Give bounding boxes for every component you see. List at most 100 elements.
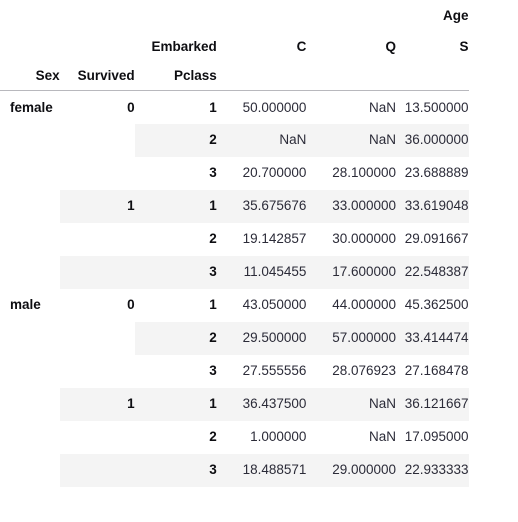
row-index-survived bbox=[59, 453, 135, 487]
row-index-survived bbox=[60, 322, 135, 355]
row-index-sex bbox=[0, 223, 60, 256]
table-cell-value: 43.050000 bbox=[242, 297, 307, 313]
table-cell-value: NaN bbox=[216, 123, 307, 157]
column-index-name: Embarked bbox=[151, 39, 217, 55]
table-header: Age Embarked C Q S Sex Survived Pclass bbox=[0, 0, 518, 91]
table-row: 3 18.488571 29.000000 22.933333 bbox=[0, 453, 518, 487]
table-cell-value: 33.619048 bbox=[396, 189, 469, 223]
row-index-sex bbox=[0, 256, 60, 289]
table-cell-value: 36.000000 bbox=[396, 123, 469, 157]
table-row: male 0 1 43.050000 44.000000 45.362500 bbox=[0, 289, 518, 322]
table-cell-value: 13.500000 bbox=[404, 99, 469, 115]
table-cell-value: 27.168478 bbox=[404, 363, 469, 379]
header-row-index-names: Sex Survived Pclass bbox=[0, 62, 518, 91]
table-cell-value: NaN bbox=[306, 387, 397, 421]
column-label-q: Q bbox=[385, 39, 397, 55]
table-cell-value: 29.000000 bbox=[306, 453, 397, 487]
row-index-survived: 1 bbox=[59, 387, 135, 421]
row-index-pclass: 1 bbox=[134, 189, 217, 223]
row-index-survived bbox=[59, 255, 135, 289]
row-pad bbox=[469, 91, 518, 124]
table-cell-value: 33.000000 bbox=[306, 189, 397, 223]
row-index-pclass: 1 bbox=[209, 99, 217, 115]
table-cell-value: 17.600000 bbox=[306, 255, 397, 289]
table-cell-value: 18.488571 bbox=[216, 453, 307, 487]
header-spacer bbox=[60, 0, 135, 32]
table-row: 2 29.500000 57.000000 33.414474 bbox=[0, 321, 518, 355]
table-cell-value: NaN bbox=[369, 429, 397, 445]
row-index-pclass: 2 bbox=[134, 321, 217, 355]
table-cell-value: 44.000000 bbox=[332, 297, 397, 313]
table-row: 1 1 35.675676 33.000000 33.619048 bbox=[0, 189, 518, 223]
header-spacer bbox=[217, 0, 307, 32]
table-cell-value: 29.091667 bbox=[404, 231, 469, 247]
row-index-sex bbox=[0, 157, 60, 190]
row-index-sex bbox=[0, 322, 60, 355]
row-index-sex: male bbox=[10, 297, 41, 313]
table-cell-value: 30.000000 bbox=[332, 231, 397, 247]
row-pad bbox=[469, 421, 518, 454]
header-spacer bbox=[216, 62, 307, 91]
table-row: female 0 1 50.000000 NaN 13.500000 bbox=[0, 91, 518, 124]
table-row: 2 19.142857 30.000000 29.091667 bbox=[0, 223, 518, 256]
header-spacer bbox=[0, 0, 60, 32]
table-row: 2 NaN NaN 36.000000 bbox=[0, 123, 518, 157]
table-cell-value: 11.045455 bbox=[216, 255, 307, 289]
row-index-survived bbox=[60, 124, 135, 157]
table-cell-value: 36.121667 bbox=[396, 387, 469, 421]
table-row: 2 1.000000 NaN 17.095000 bbox=[0, 421, 518, 454]
table-row: 3 20.700000 28.100000 23.688889 bbox=[0, 157, 518, 190]
row-pad bbox=[469, 322, 518, 355]
header-spacer bbox=[60, 32, 135, 62]
row-index-pclass: 2 bbox=[209, 231, 217, 247]
row-index-pclass: 1 bbox=[209, 297, 217, 313]
row-index-survived: 0 bbox=[127, 99, 135, 115]
index-name-pclass: Pclass bbox=[134, 62, 217, 91]
header-spacer bbox=[396, 62, 469, 91]
header-row-column-labels: Embarked C Q S bbox=[0, 32, 518, 62]
table-cell-value: 22.933333 bbox=[396, 453, 469, 487]
row-pad bbox=[469, 388, 518, 421]
table-cell-value: 29.500000 bbox=[216, 321, 307, 355]
header-pad bbox=[469, 62, 518, 91]
header-row-value-name: Age bbox=[0, 0, 518, 32]
table-cell-value: 28.076923 bbox=[332, 363, 397, 379]
table-cell-value: 36.437500 bbox=[216, 387, 307, 421]
table-body: female 0 1 50.000000 NaN 13.500000 2 NaN NaN 36.0… bbox=[0, 91, 518, 487]
row-index-survived: 1 bbox=[59, 189, 135, 223]
row-index-survived: 0 bbox=[127, 297, 135, 313]
row-index-survived bbox=[60, 421, 135, 454]
row-index-pclass: 3 bbox=[209, 363, 217, 379]
dataframe-table: Age Embarked C Q S Sex Survived Pclass f… bbox=[0, 0, 518, 487]
table-cell-value: 28.100000 bbox=[332, 165, 397, 181]
table-row: 3 27.555556 28.076923 27.168478 bbox=[0, 355, 518, 388]
row-index-sex bbox=[0, 190, 60, 223]
table-cell-value: 45.362500 bbox=[404, 297, 469, 313]
header-spacer bbox=[306, 0, 396, 32]
row-pad bbox=[469, 190, 518, 223]
row-index-sex bbox=[0, 421, 60, 454]
row-index-sex bbox=[0, 124, 60, 157]
row-pad bbox=[469, 355, 518, 388]
table-row: 1 1 36.437500 NaN 36.121667 bbox=[0, 387, 518, 421]
row-pad bbox=[469, 124, 518, 157]
column-label-c: C bbox=[296, 39, 307, 55]
row-index-pclass: 3 bbox=[134, 255, 217, 289]
value-column-name: Age bbox=[443, 8, 469, 24]
row-index-survived bbox=[60, 157, 135, 190]
row-pad bbox=[469, 223, 518, 256]
row-index-sex bbox=[0, 454, 60, 487]
table-cell-value: 20.700000 bbox=[242, 165, 307, 181]
row-index-pclass: 3 bbox=[134, 453, 217, 487]
index-name-sex: Sex bbox=[0, 62, 60, 91]
table-cell-value: 1.000000 bbox=[250, 429, 307, 445]
table-cell-value: 22.548387 bbox=[396, 255, 469, 289]
table-cell-value: 33.414474 bbox=[396, 321, 469, 355]
table-row: 3 11.045455 17.600000 22.548387 bbox=[0, 255, 518, 289]
row-index-pclass: 2 bbox=[209, 429, 217, 445]
index-name-survived: Survived bbox=[59, 62, 135, 91]
row-index-pclass: 1 bbox=[134, 387, 217, 421]
table-cell-value: NaN bbox=[369, 99, 397, 115]
table-cell-value: 57.000000 bbox=[306, 321, 397, 355]
row-index-sex bbox=[0, 355, 60, 388]
